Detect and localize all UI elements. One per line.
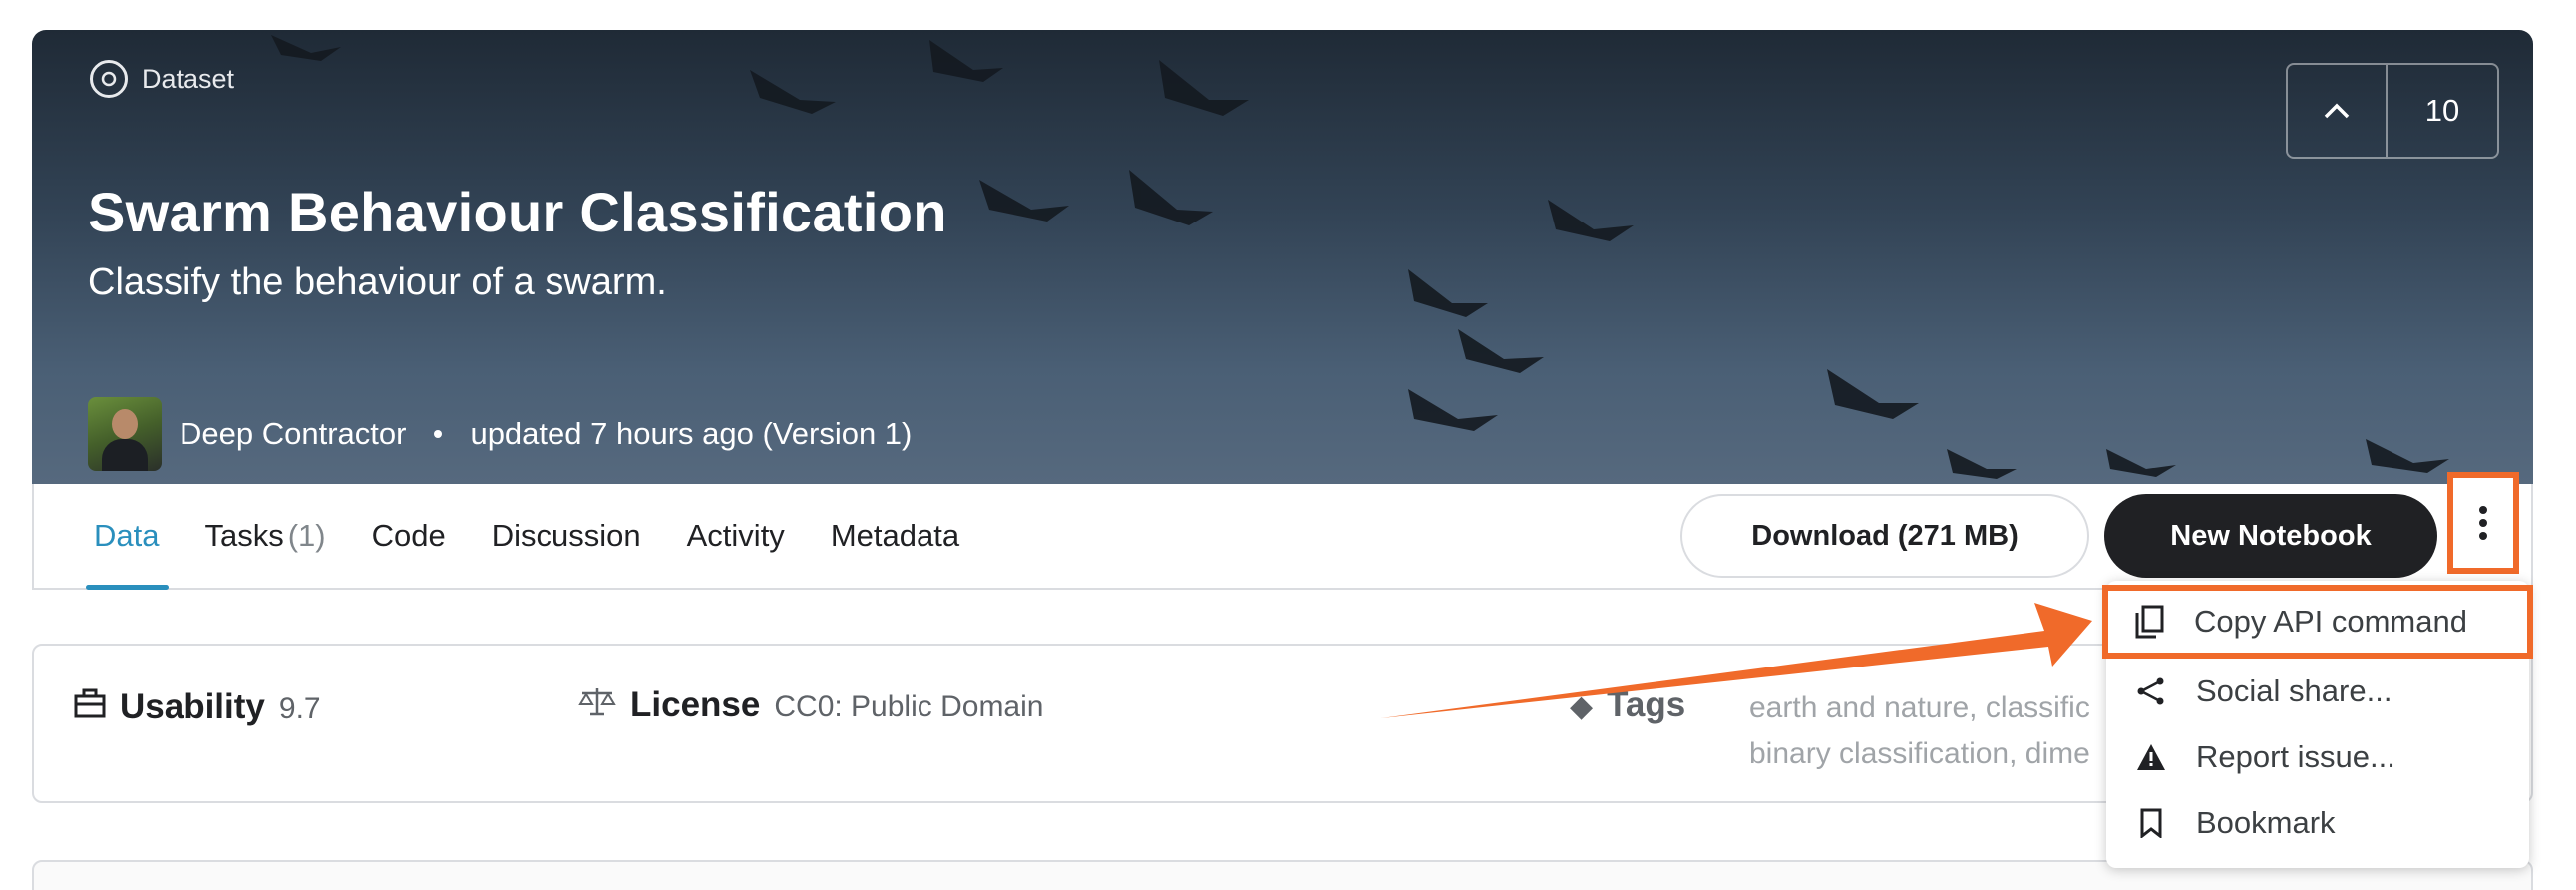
author-name[interactable]: Deep Contractor (180, 416, 406, 452)
tags-list[interactable]: earth and nature, classific binary class… (1749, 685, 2168, 777)
menu-item-social-share[interactable]: Social share... (2106, 659, 2529, 724)
dataset-badge-label: Dataset (142, 63, 235, 94)
menu-item-bookmark[interactable]: Bookmark (2106, 790, 2529, 856)
usability-value: 9.7 (278, 692, 321, 725)
license-label: License (630, 685, 761, 724)
menu-item-label: Social share... (2196, 673, 2392, 708)
scale-icon (578, 688, 616, 716)
more-options-menu: Copy API command Social share... Report … (2102, 581, 2533, 868)
menu-item-label: Report issue... (2196, 739, 2395, 774)
download-button[interactable]: Download (271 MB) (1680, 494, 2089, 578)
tab-label: Tasks (204, 518, 284, 553)
chevron-up-icon (2324, 103, 2350, 119)
menu-item-report-issue[interactable]: Report issue... (2106, 724, 2529, 790)
upvote-widget: 10 (2286, 63, 2499, 159)
tags-label: Tags (1607, 685, 1686, 724)
dataset-page: Dataset Swarm Behaviour Classification C… (0, 0, 2576, 890)
tags-line: earth and nature, classific (1749, 691, 2090, 724)
tab-tasks[interactable]: Tasks (1) (204, 484, 325, 588)
new-notebook-button[interactable]: New Notebook (2104, 494, 2437, 578)
usability-item: Usability 9.7 (74, 687, 321, 727)
tab-metadata[interactable]: Metadata (831, 484, 959, 588)
dataset-banner: Dataset Swarm Behaviour Classification C… (32, 30, 2533, 484)
share-icon (2132, 672, 2170, 710)
warning-icon (2132, 738, 2170, 776)
tags-item: ◆ Tags (1570, 685, 1685, 725)
upvote-button[interactable] (2288, 65, 2388, 157)
dataset-subtitle: Classify the behaviour of a swarm. (88, 261, 667, 303)
tab-activity[interactable]: Activity (687, 484, 785, 588)
menu-item-label: Copy API command (2194, 604, 2467, 639)
more-options-button[interactable] (2447, 472, 2519, 574)
tab-label: Metadata (830, 518, 960, 553)
tags-line: binary classification, dime (1749, 737, 2090, 770)
menu-item-label: Bookmark (2196, 805, 2336, 840)
license-item: License CC0: Public Domain (578, 685, 1043, 725)
updated-text: updated 7 hours ago (Version 1) (470, 416, 913, 451)
vote-count: 10 (2424, 93, 2460, 128)
more-vertical-icon (2479, 506, 2487, 540)
copy-icon (2130, 603, 2168, 641)
tab-label: Discussion (491, 518, 641, 553)
menu-item-copy-api-command[interactable]: Copy API command (2102, 585, 2533, 659)
tab-data[interactable]: Data (85, 484, 171, 590)
tab-code[interactable]: Code (372, 484, 446, 588)
usability-label: Usability (120, 687, 265, 726)
dataset-type-badge: Dataset (90, 60, 234, 98)
tab-count: (1) (287, 518, 326, 553)
tabs: Data Tasks (1) Code Discussion Activity M… (85, 484, 959, 590)
dataset-icon (90, 60, 128, 98)
tab-discussion[interactable]: Discussion (492, 484, 641, 588)
dataset-title: Swarm Behaviour Classification (88, 181, 947, 243)
tag-icon: ◆ (1570, 690, 1594, 723)
tab-label: Data (94, 518, 160, 553)
bookmark-icon (2132, 804, 2170, 842)
separator-dot (434, 430, 443, 438)
tab-label: Code (371, 518, 446, 553)
avatar[interactable] (88, 397, 162, 471)
author-info: Deep Contractor updated 7 hours ago (Ver… (88, 397, 912, 471)
license-value[interactable]: CC0: Public Domain (774, 690, 1043, 724)
tab-label: Activity (686, 518, 785, 553)
briefcase-icon (74, 688, 106, 718)
